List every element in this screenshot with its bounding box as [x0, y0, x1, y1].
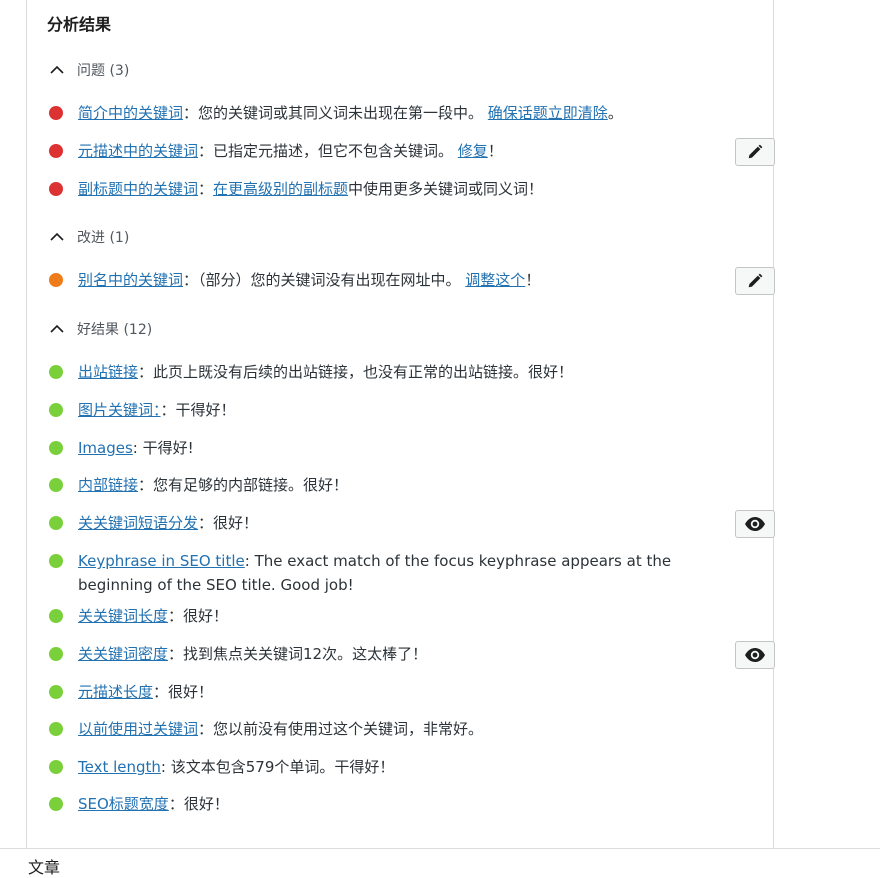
- status-bullet-green: [49, 478, 63, 492]
- footer-label-article[interactable]: 文章: [28, 854, 60, 878]
- meta-fix-link[interactable]: 修复: [458, 142, 488, 160]
- group-label-improvements: 改进 (1): [77, 230, 130, 246]
- edit-meta-button[interactable]: [735, 138, 775, 166]
- slug-fix-link[interactable]: 调整这个: [465, 271, 525, 289]
- intro-fix-link[interactable]: 确保话题立即清除: [488, 104, 608, 122]
- chevron-up-icon: [50, 324, 64, 333]
- status-bullet-green: [49, 554, 63, 568]
- seo-title-keyphrase-link[interactable]: Keyphrase in SEO title: [78, 552, 245, 570]
- status-bullet-green: [49, 722, 63, 736]
- analysis-panel: 分析结果 问题 (3) 简介中的关键词：您的关键词或其同义词未出现在第一段中。 …: [26, 0, 775, 848]
- group-header-good[interactable]: 好结果 (12): [47, 319, 152, 339]
- keyword-density-link[interactable]: 关关键词密度: [78, 645, 168, 663]
- chevron-up-icon: [50, 232, 64, 241]
- slug-keyword-link[interactable]: 别名中的关键词: [78, 271, 183, 289]
- status-bullet-green: [49, 365, 63, 379]
- subheading-fix-link[interactable]: 在更高级别的副标题: [213, 180, 348, 198]
- pencil-icon: [748, 144, 763, 159]
- intro-keyword-link[interactable]: 简介中的关键词: [78, 104, 183, 122]
- eye-icon: [745, 648, 765, 662]
- status-bullet-red: [49, 182, 63, 196]
- view-distribution-button[interactable]: [735, 510, 775, 538]
- status-bullet-green: [49, 797, 63, 811]
- status-bullet-green: [49, 516, 63, 530]
- text-length-link[interactable]: Text length: [78, 758, 161, 776]
- status-bullet-green: [49, 609, 63, 623]
- status-bullet-green: [49, 441, 63, 455]
- status-bullet-red: [49, 106, 63, 120]
- outbound-link[interactable]: 出站链接: [78, 363, 138, 381]
- internal-links-link[interactable]: 内部链接: [78, 476, 138, 494]
- status-bullet-red: [49, 144, 63, 158]
- keyword-length-link[interactable]: 关关键词长度: [78, 607, 168, 625]
- panel-title: 分析结果: [47, 15, 112, 34]
- meta-length-link[interactable]: 元描述长度: [78, 683, 153, 701]
- previously-used-link[interactable]: 以前使用过关键词: [78, 720, 198, 738]
- status-bullet-green: [49, 647, 63, 661]
- edit-slug-button[interactable]: [735, 267, 775, 295]
- group-header-problems[interactable]: 问题 (3): [47, 60, 129, 80]
- meta-keyword-link[interactable]: 元描述中的关键词: [78, 142, 198, 160]
- image-keyword-link[interactable]: 图片关键词：: [78, 401, 161, 419]
- subheading-keyword-link[interactable]: 副标题中的关键词: [78, 180, 198, 198]
- view-density-button[interactable]: [735, 641, 775, 669]
- footer-bar: 文章: [0, 848, 880, 878]
- chevron-up-icon: [50, 65, 64, 74]
- group-label-problems: 问题 (3): [77, 63, 130, 79]
- status-bullet-green: [49, 403, 63, 417]
- status-bullet-orange: [49, 273, 63, 287]
- status-bullet-green: [49, 760, 63, 774]
- eye-icon: [745, 517, 765, 531]
- distribution-link[interactable]: 关关键词短语分发: [78, 514, 198, 532]
- seo-title-width-link[interactable]: SEO标题宽度: [78, 795, 169, 813]
- pencil-icon: [748, 273, 763, 288]
- status-bullet-green: [49, 685, 63, 699]
- group-header-improvements[interactable]: 改进 (1): [47, 227, 129, 247]
- images-link[interactable]: Images: [78, 439, 133, 457]
- group-label-good: 好结果 (12): [77, 322, 153, 338]
